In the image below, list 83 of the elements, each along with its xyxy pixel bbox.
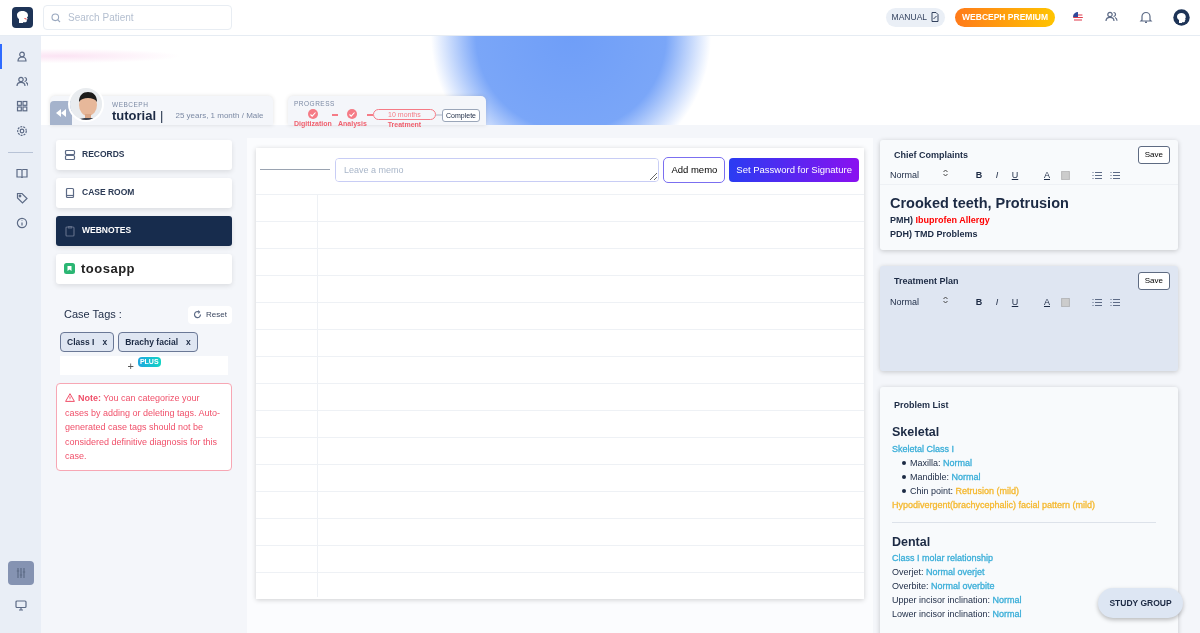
avatar-icon[interactable] [1173,8,1190,26]
logo-icon[interactable] [12,6,33,28]
sliders-icon [14,567,27,579]
manual-link[interactable]: MANUAL [885,8,946,27]
study-group-button[interactable]: STUDY GROUP [1098,588,1183,618]
search-icon [51,12,61,23]
finding-text: Chin point: Retrusion (mild) [910,484,1020,498]
book-icon [64,186,76,199]
clipboard-icon [64,224,76,237]
patient-name: tutorial [112,109,157,123]
toosapp-link[interactable]: toosapp [56,253,232,284]
person-icon [15,50,28,63]
add-memo-button[interactable]: Add memo [663,156,726,183]
finding-text: Hypodivergent(brachycephalic) facial pattern (mild) [892,498,1096,512]
card-title: Problem List [893,399,950,413]
sort-icon [943,295,948,304]
info-icon [15,217,28,230]
search-field[interactable]: Search Patient [43,4,232,30]
reset-button[interactable]: Reset [188,305,232,324]
signature-button[interactable]: Set Password for Signature [729,157,859,182]
format-button[interactable]: I [988,295,1006,310]
rewind-icon [56,108,66,117]
text-color-button[interactable]: A [1038,168,1056,183]
finding-text: Skeletal Class I [892,442,955,456]
grid-icon [15,100,28,113]
format-button[interactable]: I [988,168,1006,183]
monitor-icon [14,599,27,611]
finding-text: Maxilla: Normal [910,456,973,470]
section-heading: Dental [892,533,932,551]
complaint-line: PDH) TMD Problems [890,227,979,241]
save-button[interactable]: Save [1137,272,1170,291]
settings-icon [15,125,28,138]
logo-icon [64,263,75,275]
format-select[interactable]: Normal [890,168,960,183]
records-icon [64,148,76,161]
note-text: Note: You can categorize your cases by adding or deleting tags. Auto-generated case tags should not be considered definitive diagnosis for this case. [65,392,222,463]
list-icon[interactable] [1092,171,1102,180]
remove-button[interactable]: x [102,335,108,349]
menu-item[interactable]: RECORDS [56,139,232,170]
memo-field[interactable]: Leave a memo [335,157,660,182]
finding-text: Overjet: Normal overjet [892,566,985,580]
finding-text: Lower incisor inclination: Normal [892,608,1022,622]
remove-button[interactable]: x [186,335,191,349]
section-heading: Skeletal [892,423,941,441]
list-icon[interactable] [1092,297,1102,307]
bullet-icon [902,460,906,465]
card-title: Treatment Plan [893,275,959,289]
format-button[interactable]: B [970,168,988,183]
card-title: Chief Complaints [893,148,968,162]
complaint-line: PMH) Ibuprofen Allergy [890,214,991,228]
bullet-icon [902,474,906,479]
tag-icon [15,192,28,205]
finding-text: Upper incisor inclination: Normal [892,594,1022,608]
list-icon[interactable] [1110,171,1120,180]
text-color-button[interactable]: A [1038,295,1056,310]
separator: | [160,109,164,123]
book-icon [15,167,28,180]
sliders-button[interactable] [7,561,34,585]
finding-text: Mandible: Normal [910,470,981,484]
warning-icon [65,393,75,403]
format-button[interactable]: B [970,295,988,310]
patient-info: 25 years, 1 month / Male [175,110,264,123]
menu-item[interactable]: CASE ROOM [56,177,232,208]
tag-chip[interactable]: Class I x [60,331,115,353]
format-button[interactable]: U [1006,295,1024,310]
finding-text: Overbite: Normal overbite [892,580,995,594]
finding-text: Class I molar relationship [892,552,994,566]
format-button[interactable]: U [1006,168,1024,183]
menu-item[interactable]: WEBNOTES [56,215,232,246]
logo-text: toosapp [81,259,136,278]
complaint-heading: Crooked teeth, Protrusion [890,193,1070,213]
format-select[interactable]: Normal [890,295,960,310]
section-title: Case Tags : [64,307,122,323]
tag-chip[interactable]: Brachy facial x [118,331,198,353]
sort-icon [943,168,948,177]
list-icon[interactable] [1110,297,1120,307]
bell-icon[interactable] [1139,10,1153,25]
collapse-button[interactable] [50,100,72,125]
save-button[interactable]: Save [1137,145,1170,164]
document-icon [931,12,940,23]
refresh-icon [193,310,203,320]
bullet-icon [902,488,906,493]
people-icon [15,75,28,88]
